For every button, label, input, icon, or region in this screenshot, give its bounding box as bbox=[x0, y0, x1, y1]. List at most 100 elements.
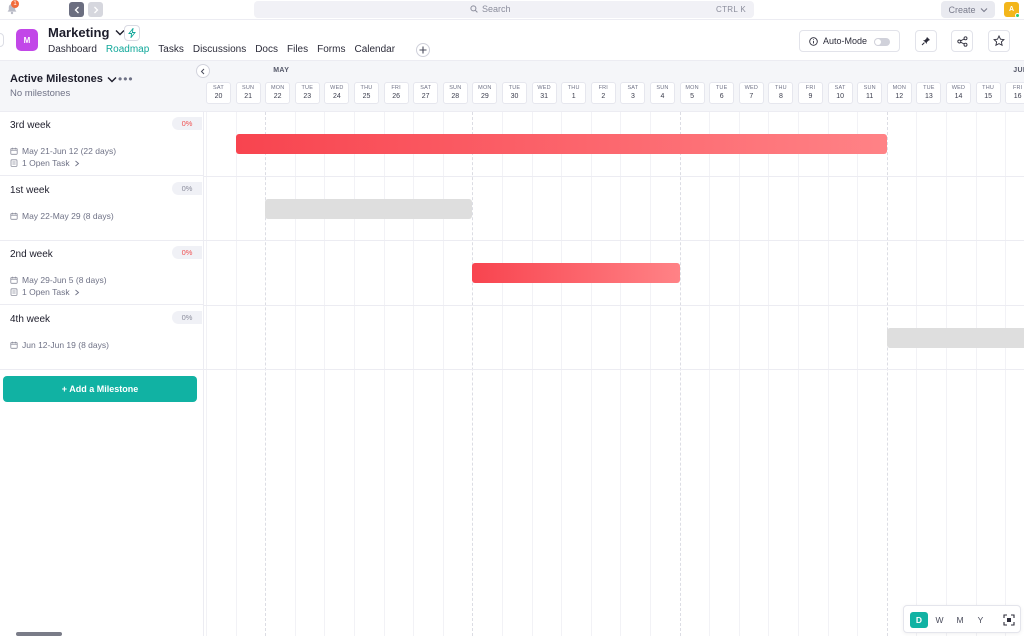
search-input[interactable]: Search CTRL K bbox=[254, 1, 754, 18]
milestone-bar[interactable] bbox=[886, 327, 1024, 348]
timeline-header: MAYJUNESAT20SUN21MON22TUE23WED24THU25FRI… bbox=[204, 61, 1024, 112]
tab-discussions[interactable]: Discussions bbox=[193, 44, 246, 55]
tab-forms[interactable]: Forms bbox=[317, 44, 345, 55]
tab-calendar[interactable]: Calendar bbox=[354, 44, 395, 55]
create-button[interactable]: Create bbox=[941, 1, 995, 18]
day-gridline bbox=[472, 112, 474, 636]
day-number: 9 bbox=[808, 93, 813, 100]
day-number: 22 bbox=[273, 93, 282, 100]
pin-button[interactable] bbox=[915, 30, 937, 52]
weekday-label: THU bbox=[982, 85, 995, 91]
day-column-header: THU 1 bbox=[561, 82, 587, 104]
create-label: Create bbox=[948, 4, 976, 15]
weekday-label: TUE bbox=[715, 85, 728, 91]
day-number: 28 bbox=[451, 93, 460, 100]
view-option-w[interactable]: W bbox=[931, 612, 949, 628]
tab-tasks[interactable]: Tasks bbox=[158, 44, 184, 55]
day-number: 24 bbox=[332, 93, 341, 100]
info-icon bbox=[809, 36, 818, 46]
weekday-label: FRI bbox=[805, 85, 816, 91]
milestone-row[interactable]: 1st week 0% May 22-May 29 (8 days) bbox=[0, 177, 204, 241]
task-list-icon bbox=[10, 288, 18, 296]
view-option-m[interactable]: M bbox=[951, 612, 969, 628]
roadmap-timeline: MAYJUNESAT20SUN21MON22TUE23WED24THU25FRI… bbox=[204, 61, 1024, 636]
day-column-header: MON 12 bbox=[886, 82, 912, 104]
view-option-y[interactable]: Y bbox=[972, 612, 990, 628]
fullscreen-icon[interactable] bbox=[1003, 613, 1015, 631]
search-icon bbox=[470, 5, 478, 13]
collapse-panel-button[interactable] bbox=[196, 64, 210, 78]
day-column-header: FRI 9 bbox=[798, 82, 823, 104]
milestone-bar[interactable] bbox=[472, 263, 680, 283]
weekday-label: WED bbox=[744, 85, 759, 91]
horizontal-scrollbar[interactable] bbox=[16, 632, 62, 636]
day-gridline bbox=[502, 112, 503, 636]
milestones-title: Active Milestones bbox=[10, 73, 103, 85]
tab-roadmap[interactable]: Roadmap bbox=[106, 44, 149, 55]
milestones-header: Active Milestones ••• No milestones bbox=[0, 61, 204, 112]
online-status-dot bbox=[1015, 13, 1020, 18]
day-number: 10 bbox=[836, 93, 844, 100]
milestone-dates: May 29-Jun 5 (8 days) bbox=[10, 275, 107, 285]
milestone-progress-badge: 0% bbox=[172, 246, 202, 259]
share-icon bbox=[956, 35, 967, 47]
tab-dashboard[interactable]: Dashboard bbox=[48, 44, 97, 55]
milestone-row[interactable]: 2nd week 0% May 29-Jun 5 (8 days) 1 Open Ta… bbox=[0, 241, 204, 305]
favorite-button[interactable] bbox=[988, 30, 1010, 52]
calendar-icon bbox=[10, 147, 18, 155]
milestone-row[interactable]: 4th week 0% Jun 12-Jun 19 (8 days) bbox=[0, 306, 204, 370]
automation-button[interactable] bbox=[124, 25, 140, 41]
weekday-label: SUN bbox=[863, 85, 876, 91]
day-column-header: SAT 20 bbox=[206, 82, 231, 104]
day-column-header: SUN 21 bbox=[235, 82, 261, 104]
user-avatar[interactable]: A bbox=[1004, 2, 1020, 18]
project-header: M Marketing Dashboard Roadmap Tasks Discuss… bbox=[0, 21, 1024, 61]
day-column-header: MON 5 bbox=[679, 82, 705, 104]
weekday-label: TUE bbox=[923, 85, 935, 91]
add-milestone-button[interactable]: + Add a Milestone bbox=[3, 376, 197, 402]
milestone-row[interactable]: 3rd week 0% May 21-Jun 12 (22 days) 1 Open … bbox=[0, 112, 204, 176]
sidebar-toggle[interactable] bbox=[0, 33, 4, 47]
share-button[interactable] bbox=[951, 30, 973, 52]
milestones-filter[interactable]: Active Milestones bbox=[10, 73, 117, 85]
day-gridline bbox=[383, 112, 385, 636]
day-number: 11 bbox=[866, 93, 874, 100]
day-column-header: TUE 23 bbox=[294, 82, 320, 104]
back-button[interactable] bbox=[69, 2, 84, 17]
add-tab-button[interactable] bbox=[416, 43, 430, 57]
project-avatar[interactable]: M bbox=[16, 29, 38, 51]
tab-files[interactable]: Files bbox=[287, 44, 308, 55]
milestone-bar[interactable] bbox=[265, 198, 473, 219]
day-column-header: SUN 11 bbox=[857, 82, 883, 104]
day-gridline bbox=[531, 112, 533, 636]
milestones-panel: Active Milestones ••• No milestones 3rd … bbox=[0, 61, 204, 636]
milestone-bar[interactable] bbox=[235, 134, 887, 154]
more-options-icon[interactable]: ••• bbox=[118, 72, 134, 86]
pin-icon bbox=[921, 37, 930, 46]
milestone-open-tasks-link[interactable]: 1 Open Task bbox=[10, 158, 80, 168]
milestone-progress-badge: 0% bbox=[172, 181, 202, 195]
forward-button[interactable] bbox=[88, 2, 103, 17]
day-number: 5 bbox=[690, 93, 695, 100]
project-title[interactable]: Marketing bbox=[48, 25, 125, 40]
row-divider bbox=[204, 240, 1024, 241]
milestone-date-range: May 21-Jun 12 (22 days) bbox=[22, 146, 117, 156]
milestones-subtitle: No milestones bbox=[10, 88, 71, 99]
milestone-open-tasks-link[interactable]: 1 Open Task bbox=[10, 287, 80, 297]
milestone-open-tasks: 1 Open Task bbox=[22, 287, 70, 297]
auto-mode-switch[interactable] bbox=[874, 38, 890, 46]
milestone-progress-badge: 0% bbox=[172, 117, 202, 130]
top-bar: 1 Search CTRL K Create A bbox=[0, 0, 1024, 20]
day-gridline bbox=[679, 112, 681, 636]
day-number: 21 bbox=[244, 93, 252, 100]
chevron-down-icon bbox=[107, 76, 117, 82]
row-divider bbox=[204, 369, 1024, 370]
tab-docs[interactable]: Docs bbox=[255, 44, 278, 55]
day-column-header: SAT 27 bbox=[413, 82, 439, 104]
view-option-d[interactable]: D bbox=[910, 612, 928, 628]
auto-mode-toggle[interactable]: Auto-Mode bbox=[799, 30, 900, 52]
weekday-label: SUN bbox=[241, 85, 255, 91]
day-column-header: MON 29 bbox=[472, 82, 498, 104]
day-gridline bbox=[916, 112, 918, 636]
chevron-right-icon bbox=[93, 6, 98, 13]
